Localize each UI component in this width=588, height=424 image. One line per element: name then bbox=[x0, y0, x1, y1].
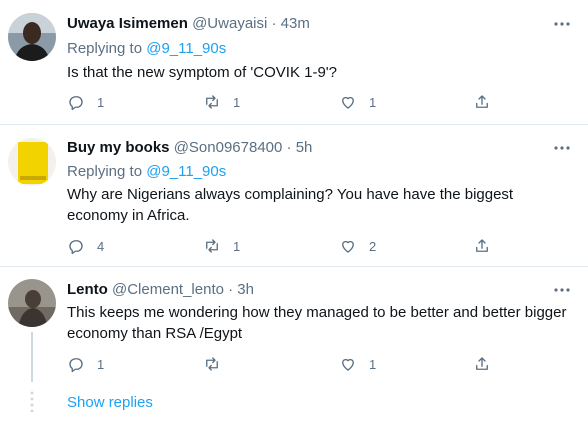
share-icon bbox=[476, 357, 488, 370]
replying-to-line: Replying to @9_11_90s bbox=[67, 39, 226, 59]
reply-icon bbox=[69, 240, 83, 255]
reply-count: 4 bbox=[97, 238, 105, 254]
avatar-photo bbox=[8, 13, 56, 61]
retweet-button[interactable]: 1 bbox=[203, 236, 240, 256]
retweet-icon bbox=[206, 95, 218, 109]
tweet-1[interactable]: Uwaya Isimemen @Uwayaisi · 43m Replying … bbox=[0, 0, 588, 124]
like-button[interactable]: 1 bbox=[339, 354, 376, 374]
like-count: 1 bbox=[369, 94, 377, 110]
more-icon[interactable] bbox=[552, 138, 572, 158]
tweet-header: Lento @Clement_lento · 3h bbox=[67, 280, 254, 300]
share-icon bbox=[476, 239, 488, 252]
user-handle[interactable]: @Uwayaisi bbox=[192, 15, 267, 32]
reply-count: 1 bbox=[97, 94, 105, 110]
retweet-button[interactable] bbox=[203, 354, 233, 374]
reply-icon bbox=[69, 358, 83, 373]
tweet-text: This keeps me wondering how they managed… bbox=[67, 304, 567, 342]
reply-count: 1 bbox=[97, 356, 105, 372]
like-icon bbox=[342, 358, 354, 371]
display-name[interactable]: Buy my books bbox=[67, 139, 170, 156]
like-count: 2 bbox=[369, 238, 377, 254]
retweet-icon bbox=[206, 239, 218, 253]
mention-link[interactable]: @9_11_90s bbox=[146, 40, 226, 57]
reply-button[interactable]: 4 bbox=[67, 236, 104, 256]
more-icon[interactable] bbox=[552, 280, 572, 300]
tweet-actions: 4 1 2 bbox=[67, 236, 507, 256]
display-name[interactable]: Uwaya Isimemen bbox=[67, 15, 188, 32]
thread-dots bbox=[30, 390, 34, 412]
tweet-header: Uwaya Isimemen @Uwayaisi · 43m bbox=[67, 14, 310, 34]
like-icon bbox=[342, 96, 354, 109]
avatar[interactable] bbox=[8, 138, 56, 186]
avatar[interactable] bbox=[8, 13, 56, 61]
separator-dot: · bbox=[228, 281, 234, 298]
display-name[interactable]: Lento bbox=[67, 281, 108, 298]
reply-icon bbox=[69, 96, 83, 111]
user-handle[interactable]: @Clement_lento bbox=[112, 281, 224, 298]
retweet-count: 1 bbox=[233, 94, 241, 110]
timestamp[interactable]: 3h bbox=[237, 281, 254, 298]
replying-to-line: Replying to @9_11_90s bbox=[67, 162, 226, 182]
avatar-book-cover bbox=[8, 138, 56, 186]
retweet-icon bbox=[206, 357, 218, 371]
replying-to-label: Replying to bbox=[67, 40, 147, 57]
user-handle[interactable]: @Son09678400 bbox=[174, 139, 283, 156]
avatar-photo bbox=[8, 279, 56, 327]
separator-dot: · bbox=[271, 15, 277, 32]
replying-to-label: Replying to bbox=[67, 163, 147, 180]
reply-button[interactable]: 1 bbox=[67, 354, 104, 374]
thread-line bbox=[31, 332, 33, 382]
share-button[interactable] bbox=[473, 236, 491, 256]
like-button[interactable]: 2 bbox=[339, 236, 376, 256]
tweet-text: Why are Nigerians always complaining? Yo… bbox=[67, 186, 514, 224]
like-count: 1 bbox=[369, 356, 377, 372]
avatar[interactable] bbox=[8, 279, 56, 327]
tweet-header: Buy my books @Son09678400 · 5h bbox=[67, 138, 312, 158]
share-button[interactable] bbox=[473, 92, 491, 112]
tweet-3[interactable]: Lento @Clement_lento · 3h This keeps me … bbox=[0, 267, 588, 377]
more-icon[interactable] bbox=[552, 14, 572, 34]
tweet-actions: 1 1 bbox=[67, 354, 507, 374]
like-icon bbox=[342, 240, 354, 253]
share-button[interactable] bbox=[473, 354, 491, 374]
tweet-text: Is that the new symptom of 'COVIK 1-9'? bbox=[67, 64, 338, 81]
retweet-count: 1 bbox=[233, 238, 241, 254]
reply-button[interactable]: 1 bbox=[67, 92, 104, 112]
timestamp[interactable]: 43m bbox=[281, 15, 310, 32]
retweet-button[interactable]: 1 bbox=[203, 92, 240, 112]
share-icon bbox=[476, 95, 488, 108]
tweet-2[interactable]: Buy my books @Son09678400 · 5h Replying … bbox=[0, 125, 588, 267]
show-replies-link[interactable]: Show replies bbox=[67, 393, 153, 413]
like-button[interactable]: 1 bbox=[339, 92, 376, 112]
tweet-actions: 1 1 1 bbox=[67, 92, 507, 112]
mention-link[interactable]: @9_11_90s bbox=[146, 163, 226, 180]
timestamp[interactable]: 5h bbox=[296, 139, 313, 156]
separator-dot: · bbox=[286, 139, 292, 156]
